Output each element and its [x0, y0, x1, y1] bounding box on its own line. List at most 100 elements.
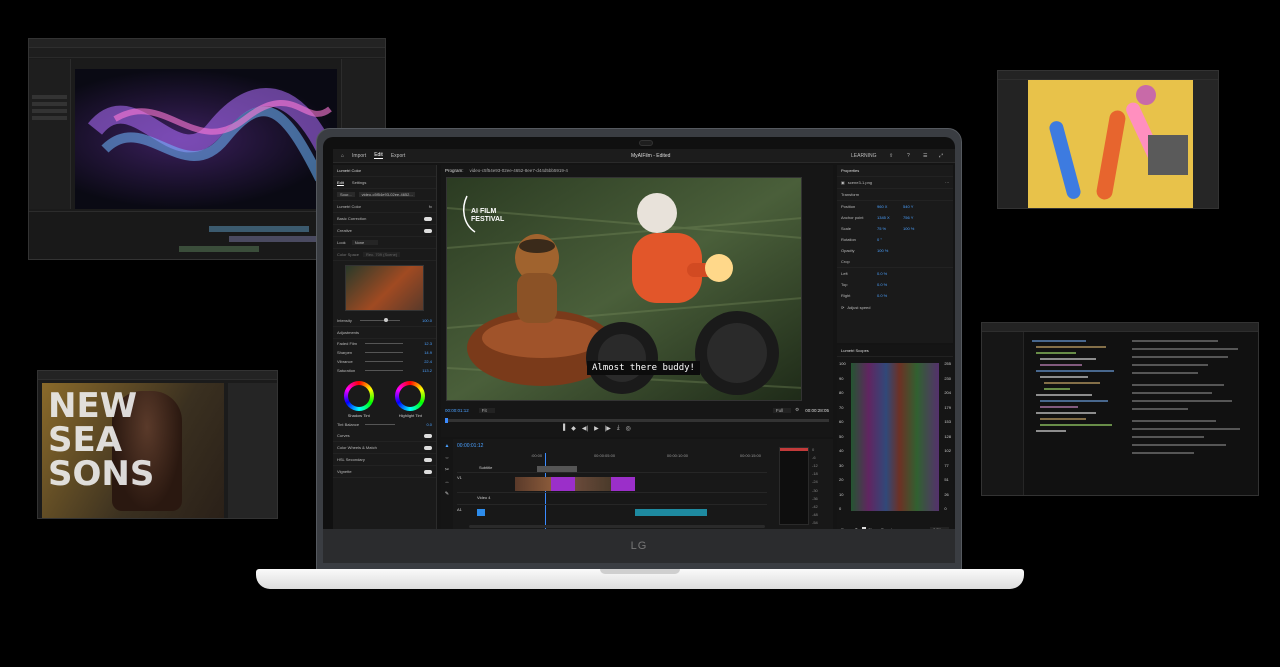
- color-space-select[interactable]: Rec. 709 (Scene): [363, 252, 401, 257]
- section-color-wheels[interactable]: Color Wheels & Match: [333, 442, 436, 454]
- quality-select[interactable]: Full: [772, 407, 792, 413]
- look-select[interactable]: None: [351, 240, 379, 245]
- prop-value[interactable]: 100 %: [877, 248, 888, 253]
- properties-clip-name[interactable]: scene3-1.png: [848, 180, 872, 185]
- adjust-value[interactable]: 12.3: [424, 341, 432, 346]
- ripple-tool-icon[interactable]: ⇔: [445, 455, 450, 461]
- intensity-value[interactable]: 100.0: [422, 318, 432, 323]
- crop-value[interactable]: 0.0 %: [877, 282, 887, 287]
- crop-header[interactable]: Crop: [837, 256, 953, 268]
- adjust-slider[interactable]: [365, 361, 403, 362]
- toggle-switch[interactable]: [424, 445, 432, 450]
- adjust-slider[interactable]: [365, 343, 403, 344]
- share-icon[interactable]: ⇪: [889, 153, 893, 159]
- fit-select[interactable]: Fit: [478, 407, 495, 413]
- timeline-scrollbar[interactable]: [469, 525, 765, 528]
- video-clip-2[interactable]: [551, 477, 575, 491]
- prop-value[interactable]: 960 X: [877, 204, 903, 209]
- ps-overlay-text: NEW SEA SONS: [48, 389, 154, 491]
- look-preview-thumbnail[interactable]: [345, 265, 424, 311]
- sequence-name[interactable]: video-c5f54e93-02ee-4652-8ee7-d44d5bb591…: [470, 168, 568, 173]
- workspace-label[interactable]: LEARNING: [851, 153, 877, 159]
- scrub-bar[interactable]: [445, 418, 829, 423]
- subtitle-caption[interactable]: Almost there buddy!: [587, 361, 700, 375]
- transform-header[interactable]: Transform: [837, 189, 953, 201]
- prop-value[interactable]: 756 Y: [903, 215, 913, 220]
- video-clip-1[interactable]: [515, 477, 551, 491]
- video-clip-4[interactable]: [611, 477, 635, 491]
- settings-icon[interactable]: ☰: [923, 153, 927, 159]
- prop-value[interactable]: 1345 X: [877, 215, 903, 220]
- highlight-tint-wheel[interactable]: [395, 381, 426, 411]
- shadow-tint-wheel[interactable]: [343, 381, 374, 411]
- waveform-scope[interactable]: [851, 363, 939, 511]
- nav-edit[interactable]: Edit: [374, 152, 383, 159]
- toggle-switch[interactable]: [424, 457, 432, 462]
- crop-value[interactable]: 0.0 %: [877, 271, 887, 276]
- program-timecode-in[interactable]: 00:00:01:12: [445, 408, 469, 413]
- section-hsl-secondary[interactable]: HSL Secondary: [333, 454, 436, 466]
- selection-tool-icon[interactable]: ▲: [445, 443, 450, 449]
- adjust-slider[interactable]: [365, 352, 403, 353]
- prop-label: Position: [841, 204, 856, 209]
- toggle-switch[interactable]: [424, 228, 432, 233]
- mark-in-icon[interactable]: ▐: [561, 425, 565, 432]
- toggle-switch[interactable]: [424, 216, 432, 221]
- toggle-switch[interactable]: [424, 433, 432, 438]
- section-basic-correction[interactable]: Basic Correction: [333, 213, 436, 225]
- ae-comp-viewer[interactable]: [75, 69, 337, 209]
- camera-icon[interactable]: ◎: [626, 425, 631, 432]
- pen-tool-icon[interactable]: ✎: [445, 491, 449, 497]
- source-label[interactable]: Sour...: [337, 192, 355, 197]
- adjust-value[interactable]: 113.2: [422, 368, 432, 373]
- clip-name[interactable]: video-c5f54e93-02ee-4652...: [358, 192, 415, 197]
- scope-tick-left: 30: [839, 462, 844, 468]
- prop-value[interactable]: 75 %: [877, 226, 903, 231]
- step-back-icon[interactable]: ◀|: [582, 425, 588, 432]
- adjust-slider[interactable]: [365, 370, 403, 371]
- help-icon[interactable]: ?: [907, 153, 910, 159]
- audio-clip-2[interactable]: [635, 509, 707, 516]
- audio-clip-1[interactable]: [477, 509, 485, 516]
- prop-value[interactable]: 100 %: [903, 226, 914, 231]
- export-frame-icon[interactable]: ⤓: [617, 425, 620, 432]
- illus-canvas[interactable]: [1028, 80, 1193, 208]
- nav-export[interactable]: Export: [391, 153, 405, 159]
- razor-tool-icon[interactable]: ✂: [445, 467, 449, 473]
- video-clip-3[interactable]: [575, 477, 611, 491]
- slip-tool-icon[interactable]: ↔: [445, 479, 450, 485]
- wrench-icon[interactable]: ⚙: [795, 407, 799, 413]
- crop-value[interactable]: 0.0 %: [877, 293, 887, 298]
- play-icon[interactable]: ▶: [594, 425, 599, 432]
- expand-icon[interactable]: ⤢: [939, 153, 943, 159]
- code-editor-pane[interactable]: [1026, 335, 1126, 495]
- adjustments-header[interactable]: Adjustments: [333, 327, 436, 339]
- tint-balance-slider[interactable]: [365, 423, 396, 425]
- lumetri-tab-settings[interactable]: Settings: [352, 180, 366, 185]
- adjust-value[interactable]: 22.4: [424, 359, 432, 364]
- home-icon[interactable]: ⌂: [341, 153, 344, 159]
- step-forward-icon[interactable]: |▶: [605, 425, 611, 432]
- effect-select[interactable]: Lumetri Color fx: [333, 201, 436, 213]
- toggle-switch[interactable]: [424, 469, 432, 474]
- section-creative[interactable]: Creative: [333, 225, 436, 237]
- timeline-timecode[interactable]: 00:00:01:12: [457, 443, 483, 449]
- adjust-value[interactable]: 14.9: [424, 350, 432, 355]
- program-video-frame[interactable]: AI FILM FESTIVAL Almost there buddy!: [446, 177, 802, 401]
- section-vignette[interactable]: Vignette: [333, 466, 436, 478]
- tint-balance-value[interactable]: 0.0: [426, 422, 432, 427]
- nav-import[interactable]: Import: [352, 153, 366, 159]
- scrub-playhead[interactable]: [445, 418, 448, 423]
- section-curves[interactable]: Curves: [333, 430, 436, 442]
- prop-value[interactable]: 0 °: [877, 237, 882, 242]
- more-icon[interactable]: ⋯: [945, 180, 949, 185]
- prop-value[interactable]: 540 Y: [903, 204, 913, 209]
- adjust-speed-button[interactable]: ⟳ Adjust speed: [837, 301, 953, 313]
- ps-canvas[interactable]: NEW SEA SONS: [42, 383, 224, 518]
- subtitle-clip[interactable]: [537, 466, 577, 472]
- fx-icon[interactable]: fx: [429, 204, 432, 209]
- timeline-ruler[interactable]: :00:00 00:00:05:00 00:00:10:00 00:00:15:00: [531, 453, 761, 461]
- lumetri-tab-edit[interactable]: Edit: [337, 180, 344, 185]
- intensity-slider[interactable]: [359, 318, 400, 322]
- marker-icon[interactable]: ◆: [571, 425, 576, 432]
